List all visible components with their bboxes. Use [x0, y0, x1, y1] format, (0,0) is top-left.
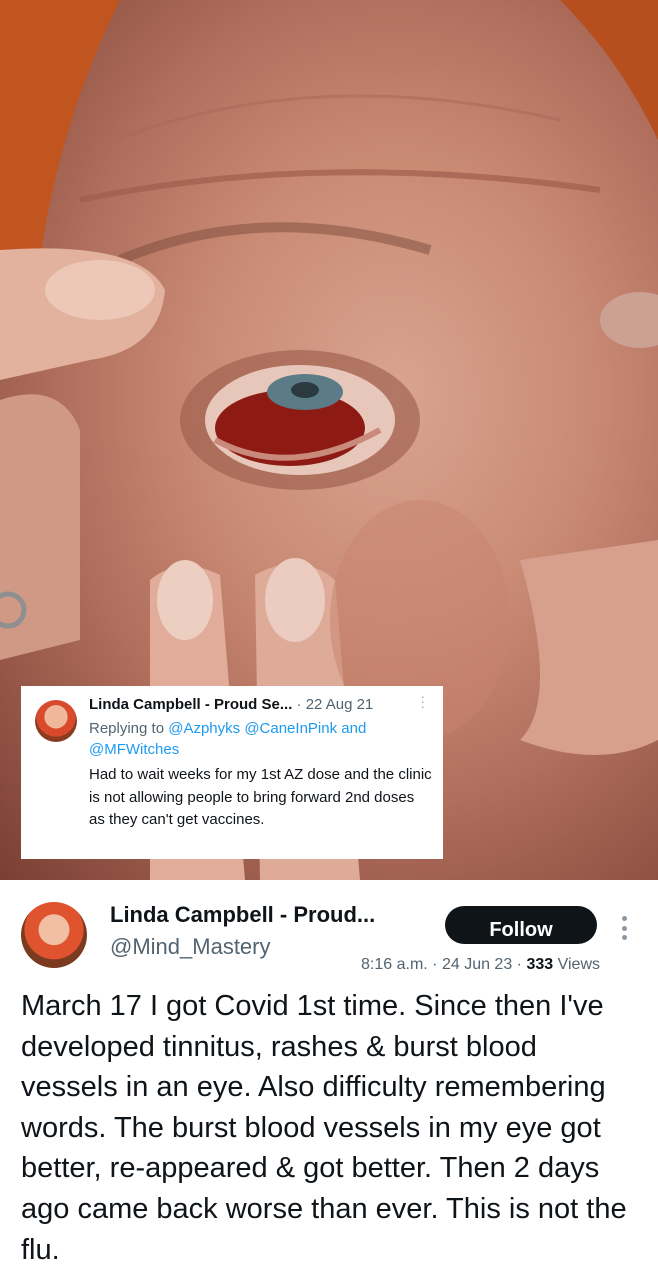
mention-link[interactable]: @MFWitches: [89, 741, 179, 758]
reply-text: Had to wait weeks for my 1st AZ dose and…: [89, 766, 432, 828]
views-count: 333: [526, 956, 554, 973]
reply-author-name[interactable]: Linda Campbell - Proud Se...: [89, 696, 292, 713]
eye-photo: Linda Campbell - Proud Se... · 22 Aug 21…: [0, 0, 658, 880]
views-label: Views: [557, 956, 600, 973]
avatar[interactable]: [35, 700, 77, 742]
mention-link[interactable]: @CaneInPink: [244, 720, 337, 737]
author-handle[interactable]: @Mind_Mastery: [110, 934, 271, 960]
more-vertical-icon[interactable]: [616, 916, 632, 940]
screenshot: Linda Campbell - Proud Se... · 22 Aug 21…: [0, 0, 658, 1280]
author-name[interactable]: Linda Campbell - Proud...: [110, 902, 375, 928]
reply-card[interactable]: Linda Campbell - Proud Se... · 22 Aug 21…: [21, 686, 443, 859]
tweet-date: · 24 Jun 23 ·: [432, 956, 522, 973]
follow-label: Follow: [489, 919, 553, 941]
mention-link[interactable]: @Azphyks: [168, 720, 240, 737]
replying-to-label: Replying to: [89, 720, 165, 737]
tweet-meta: 8:16 a.m. · 24 Jun 23 · 333 Views: [361, 956, 600, 974]
replying-to: Replying to @Azphyks @CaneInPink and @MF…: [89, 718, 429, 760]
tweet-time: 8:16 a.m.: [361, 956, 428, 973]
more-vertical-icon[interactable]: · · ·: [420, 689, 425, 713]
mention-separator: and: [341, 720, 367, 737]
tweet-text: March 17 I got Covid 1st time. Since the…: [21, 990, 627, 1266]
tweet: Linda Campbell - Proud... @Mind_Mastery …: [0, 880, 658, 1280]
reply-date: · 22 Aug 21: [296, 696, 374, 713]
follow-button[interactable]: Follow: [445, 906, 597, 944]
reply-header: Linda Campbell - Proud Se... · 22 Aug 21: [89, 696, 429, 713]
avatar[interactable]: [21, 902, 87, 968]
